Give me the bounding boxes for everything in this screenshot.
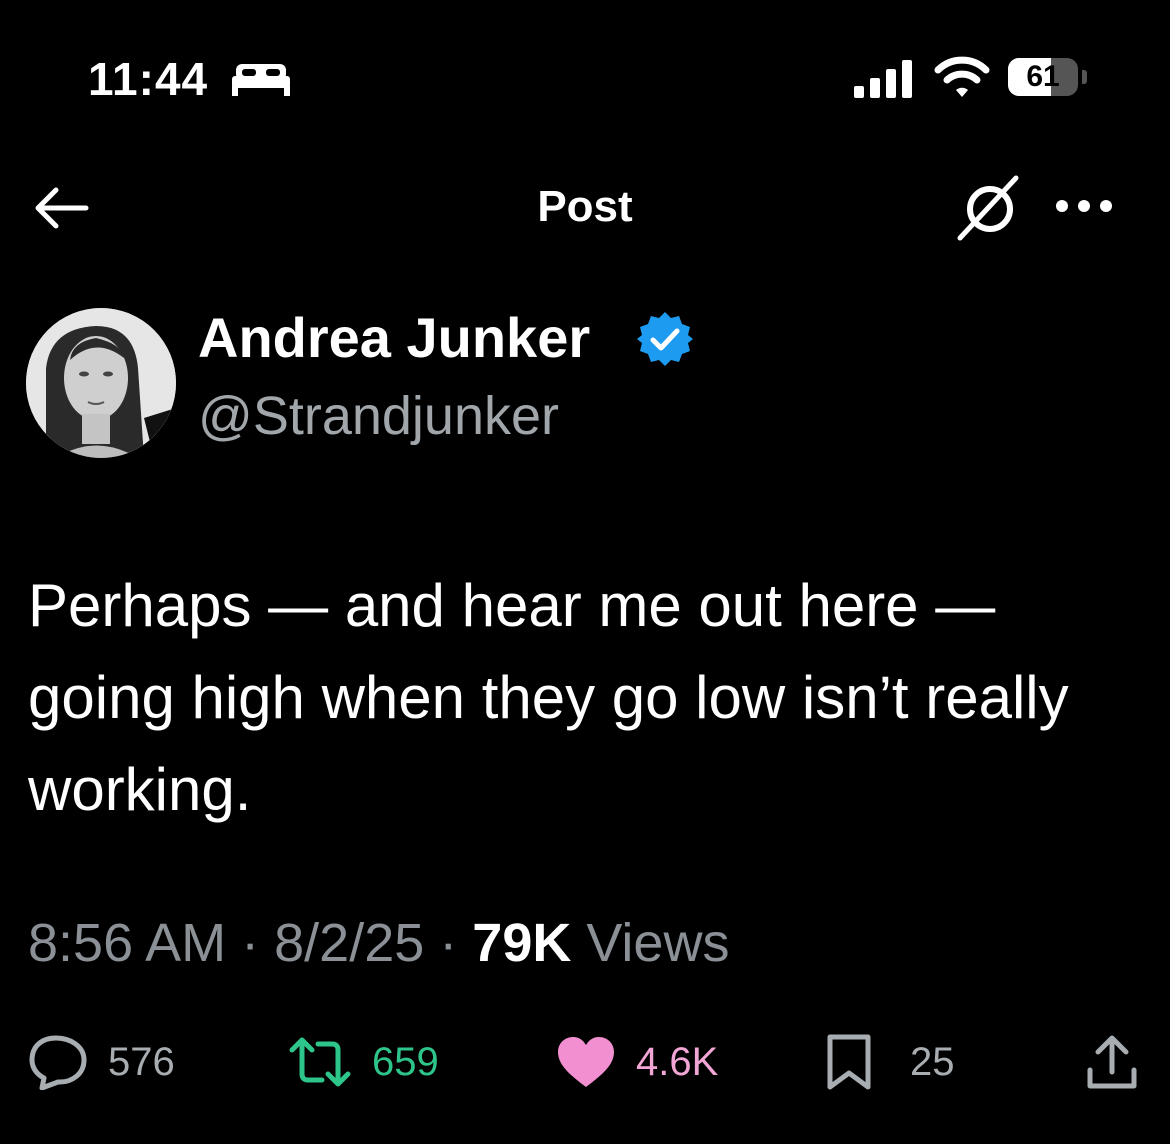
- meta-separator: ·: [439, 913, 458, 973]
- bookmark-icon: [827, 1034, 871, 1090]
- repost-button[interactable]: 659: [288, 1030, 439, 1094]
- battery-level: 61: [1026, 60, 1060, 93]
- grok-icon[interactable]: [954, 172, 1026, 244]
- like-count: 4.6K: [636, 1039, 719, 1084]
- page-title: Post: [537, 182, 633, 231]
- tweet-text: Perhaps — and hear me out here — going h…: [28, 572, 1069, 823]
- share-button[interactable]: [1084, 1030, 1140, 1094]
- arrow-left-icon[interactable]: [30, 184, 90, 232]
- views-count[interactable]: 79K: [472, 913, 571, 973]
- avatar-portrait-icon: [26, 308, 176, 458]
- tweet-time: 8:56 AM: [28, 913, 227, 973]
- share-icon: [1087, 1035, 1137, 1089]
- wifi-icon: [934, 56, 990, 97]
- repost-count: 659: [372, 1039, 439, 1084]
- reply-button[interactable]: 576: [28, 1030, 175, 1094]
- heart-icon: [558, 1037, 614, 1087]
- tweet-date: 8/2/25: [274, 913, 425, 973]
- bookmark-count: 25: [910, 1039, 955, 1084]
- reply-count: 576: [108, 1039, 175, 1084]
- tweet-meta: 8:56 AM · 8/2/25 · 79K Views: [28, 912, 729, 974]
- user-handle[interactable]: @Strandjunker: [198, 385, 559, 447]
- reply-bubble-icon: [29, 1035, 87, 1090]
- views-label[interactable]: Views: [586, 913, 729, 973]
- avatar[interactable]: [26, 308, 176, 458]
- like-button[interactable]: 4.6K: [556, 1030, 718, 1094]
- display-name[interactable]: Andrea Junker: [198, 305, 590, 370]
- bed-icon: [232, 64, 290, 96]
- status-time: 11:44: [88, 53, 209, 105]
- repost-icon: [289, 1037, 351, 1087]
- verified-badge-icon[interactable]: [636, 310, 694, 368]
- cellular-signal-icon: [854, 60, 912, 98]
- meta-separator: ·: [241, 913, 260, 973]
- more-horizontal-icon[interactable]: [1052, 190, 1116, 222]
- battery-indicator: 61: [1008, 58, 1088, 98]
- bookmark-button[interactable]: 25: [826, 1030, 955, 1094]
